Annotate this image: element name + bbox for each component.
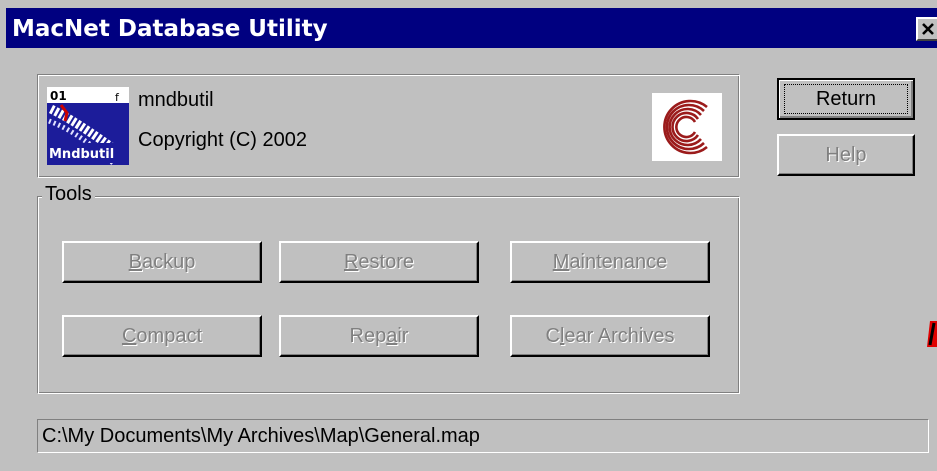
close-icon: [920, 18, 936, 43]
app-name: mndbutil: [138, 89, 214, 111]
concentric-c-logo: [652, 93, 722, 161]
close-button[interactable]: [916, 17, 937, 41]
file-path-status: C:\My Documents\My Archives\Map\General.…: [37, 419, 929, 453]
backup-label: ackup: [141, 251, 196, 273]
help-label: Help: [825, 144, 867, 166]
svg-text:Mndbutil: Mndbutil: [49, 147, 114, 162]
compact-button[interactable]: Compact: [62, 315, 262, 357]
repair-button[interactable]: Repair: [279, 315, 479, 357]
window-title: MacNet Database Utility: [12, 16, 328, 42]
repair-label-rest: ir: [397, 325, 409, 347]
repair-label-prefix: Rep: [349, 325, 387, 347]
backup-access-key: B: [128, 251, 142, 273]
backup-button[interactable]: Backup: [62, 241, 262, 283]
restore-access-key: R: [343, 251, 359, 273]
clear-archives-label: ear Archives: [564, 325, 675, 347]
clear-archives-button[interactable]: Clear Archives: [510, 315, 710, 357]
title-bar[interactable]: MacNet Database Utility: [6, 8, 937, 48]
clipped-indicator: [927, 317, 937, 351]
utility-dialog: MacNet Database Utility 01 f Mndbutil mn…: [0, 0, 937, 471]
repair-access-key: a: [386, 325, 398, 347]
maintenance-access-key: M: [552, 251, 570, 273]
return-button[interactable]: Return: [777, 78, 915, 120]
tools-group-label: Tools: [42, 183, 95, 206]
restore-label: estore: [358, 251, 415, 273]
restore-button[interactable]: Restore: [279, 241, 479, 283]
tools-group: [37, 196, 740, 394]
copyright-text: Copyright (C) 2002: [138, 129, 307, 151]
maintenance-button[interactable]: Maintenance: [510, 241, 710, 283]
compact-access-key: C: [121, 325, 137, 347]
help-button[interactable]: Help: [777, 134, 915, 176]
compact-label: ompact: [136, 325, 203, 347]
mndbutil-app-icon: 01 f Mndbutil: [47, 87, 129, 165]
return-label: Return: [815, 88, 877, 110]
maintenance-label: aintenance: [569, 251, 668, 273]
svg-text:01: 01: [50, 89, 67, 103]
clear-archives-prefix: C: [545, 325, 560, 347]
